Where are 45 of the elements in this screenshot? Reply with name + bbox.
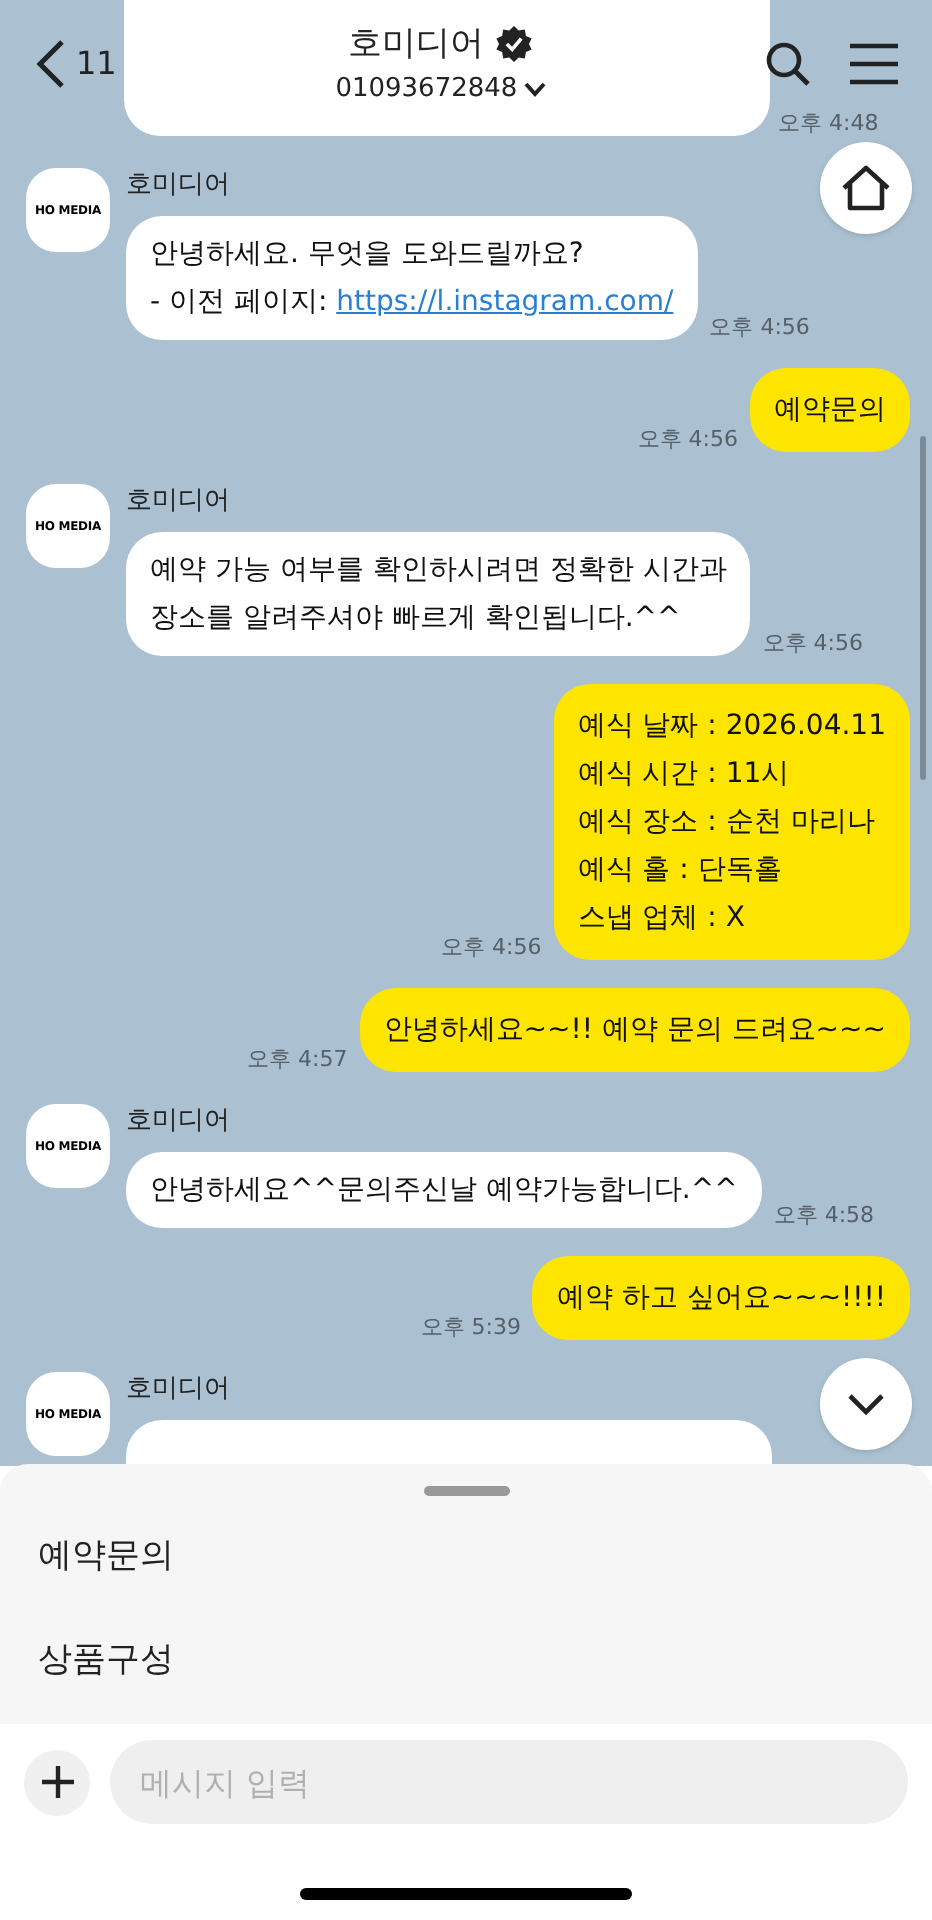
- sender-name: 호미디어: [126, 168, 232, 204]
- chevron-down-icon: [846, 1392, 886, 1416]
- menu-icon: [848, 42, 900, 86]
- message-text: 예식 홀 : 단독홀: [577, 852, 784, 890]
- sender-name: 호미디어: [126, 484, 232, 520]
- chat-title: 호미디어: [348, 21, 485, 67]
- back-button[interactable]: 11: [32, 38, 117, 90]
- message-time: 오후 5:39: [420, 1311, 521, 1343]
- message-text: 장소를 알려주셔야 빠르게 확인됩니다.^^: [150, 600, 683, 638]
- message-text: 안녕하세요~~!! 예약 문의 드려요~~~: [383, 1012, 886, 1050]
- message-input[interactable]: 메시지 입력: [110, 1740, 908, 1824]
- sender-name: 호미디어: [126, 1104, 232, 1140]
- sheet-handle[interactable]: [423, 1486, 509, 1496]
- phone-dropdown[interactable]: 01093672848: [335, 70, 546, 109]
- search-icon: [764, 40, 812, 88]
- message-text: 안녕하세요^^문의주신날 예약가능합니다.^^: [150, 1172, 738, 1210]
- menu-button[interactable]: [848, 42, 900, 86]
- message-time: 오후 4:56: [762, 627, 863, 659]
- message-text: 예식 장소 : 순천 마리나: [577, 804, 877, 842]
- sender-name: 호미디어: [126, 1372, 232, 1408]
- scroll-down-button[interactable]: [820, 1358, 912, 1450]
- message-time: 오후 4:56: [441, 931, 542, 963]
- back-icon: [32, 38, 68, 90]
- add-button[interactable]: [24, 1749, 90, 1815]
- message-text: 예약문의: [774, 392, 886, 430]
- message-time: 오후 4:48: [778, 107, 879, 139]
- search-button[interactable]: [764, 40, 812, 88]
- message-text: 안녕하세요. 무엇을 도와드릴까요?: [150, 236, 586, 274]
- quick-reply-item[interactable]: 상품구성: [38, 1635, 174, 1686]
- quick-reply-item[interactable]: 예약문의: [38, 1532, 174, 1583]
- message-text: 예약 가능 여부를 확인하시려면 정확한 시간과: [150, 552, 727, 590]
- home-button[interactable]: [820, 142, 912, 234]
- message-time: 오후 4:56: [637, 423, 738, 455]
- message-text: - 이전 페이지:: [150, 286, 330, 318]
- message-text: 예식 날짜 : 2026.04.11: [577, 708, 886, 746]
- message-time: 오후 4:56: [709, 311, 810, 343]
- message-text: 스냅 업체 : X: [577, 900, 747, 938]
- message-time: 오후 4:57: [247, 1043, 348, 1075]
- message-link[interactable]: https://l.instagram.com/: [336, 286, 674, 318]
- plus-icon: [39, 1764, 75, 1800]
- home-icon: [840, 164, 892, 212]
- chevron-down-icon: [523, 81, 546, 98]
- message-text: 예약 하고 싶어요~~~!!!!: [556, 1280, 886, 1318]
- message-text: 예식 시간 : 11시: [577, 756, 792, 794]
- message-time: 오후 4:58: [773, 1199, 875, 1231]
